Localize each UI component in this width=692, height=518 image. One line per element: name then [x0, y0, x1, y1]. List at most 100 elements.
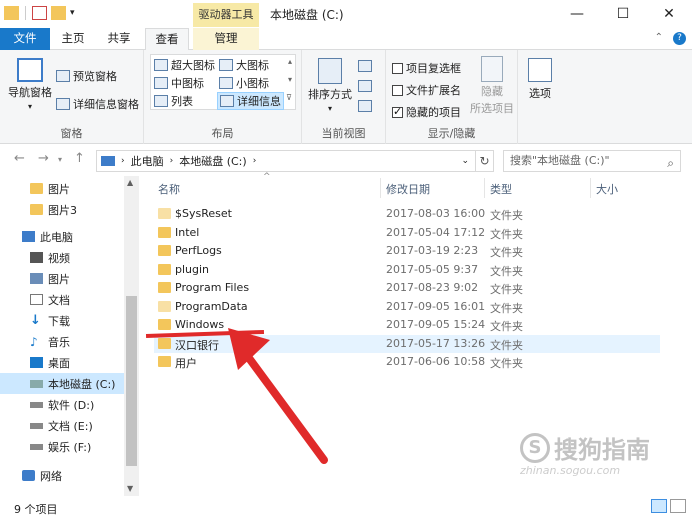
column-header-type[interactable]: 类型 — [490, 181, 512, 197]
table-row[interactable]: Intel 2017-05-04 17:12 文件夹 — [154, 224, 660, 242]
tab-home[interactable]: 主页 — [52, 28, 94, 50]
hidden-items-toggle[interactable]: 隐藏的项目 — [392, 104, 461, 120]
item-checkboxes-checkbox[interactable] — [392, 62, 403, 74]
nav-item-pictures3[interactable]: 图片3 — [0, 199, 124, 220]
layout-small-icons[interactable]: 小图标 — [219, 75, 269, 91]
column-divider[interactable] — [380, 178, 381, 198]
breadcrumb-this-pc[interactable]: 此电脑 — [131, 153, 164, 169]
maximize-button[interactable]: ☐ — [600, 0, 646, 28]
address-dropdown-icon[interactable]: ⌄ — [461, 156, 469, 166]
layout-more-icon[interactable]: ⊽ — [286, 93, 292, 102]
hide-selected-button[interactable]: 隐藏 所选项目 — [470, 56, 514, 116]
breadcrumb-sep-icon[interactable]: › — [121, 156, 125, 166]
layout-extra-large-icons[interactable]: 超大图标 — [154, 57, 215, 73]
nav-item-drive-e[interactable]: 文档 (E:) — [0, 415, 124, 436]
options-button[interactable]: 选项 — [528, 58, 552, 101]
search-input[interactable]: 搜索"本地磁盘 (C:)" ⌕ — [503, 150, 681, 172]
forward-icon[interactable]: → — [38, 151, 49, 166]
nav-item-videos[interactable]: 视频 — [0, 247, 124, 268]
video-icon — [30, 252, 43, 263]
recent-locations-icon[interactable]: ▾ — [58, 155, 62, 164]
nav-item-label: 图片 — [48, 182, 70, 196]
properties-icon[interactable] — [32, 6, 47, 20]
breadcrumb-local-disk[interactable]: 本地磁盘 (C:) — [179, 153, 246, 169]
this-pc-icon — [101, 156, 115, 166]
breadcrumb-sep-icon[interactable]: › — [253, 156, 257, 166]
details-pane-button[interactable]: 详细信息窗格 — [56, 96, 139, 112]
file-name: 用户 — [175, 357, 197, 370]
add-columns-icon[interactable] — [358, 80, 372, 92]
nav-item-label: 本地磁盘 (C:) — [48, 377, 116, 391]
layout-list[interactable]: 列表 — [154, 93, 193, 109]
qat-dropdown-icon[interactable]: ▾ — [70, 8, 75, 18]
refresh-icon[interactable]: ↻ — [476, 150, 494, 172]
desktop-icon — [30, 357, 43, 368]
nav-item-local-disk-c[interactable]: 本地磁盘 (C:) — [0, 373, 124, 394]
tab-share[interactable]: 共享 — [98, 28, 140, 50]
nav-item-pictures[interactable]: 图片 — [0, 268, 124, 289]
column-header-size[interactable]: 大小 — [596, 181, 618, 197]
column-header-modified[interactable]: 修改日期 — [386, 181, 430, 197]
size-columns-icon[interactable] — [358, 100, 372, 112]
small-icons-icon — [219, 77, 233, 89]
table-row[interactable]: plugin 2017-05-05 9:37 文件夹 — [154, 261, 660, 279]
breadcrumb-sep-icon[interactable]: › — [170, 156, 174, 166]
sort-ascending-icon: ^ — [263, 172, 271, 182]
up-icon[interactable]: ↑ — [74, 151, 85, 166]
minimize-button[interactable]: — — [554, 0, 600, 28]
layout-medium-icons[interactable]: 中图标 — [154, 75, 204, 91]
drive-tools-context-title: 驱动器工具 — [193, 3, 259, 27]
scroll-down-icon[interactable]: ▼ — [127, 484, 133, 493]
file-extensions-checkbox[interactable] — [392, 84, 403, 96]
file-extensions-toggle[interactable]: 文件扩展名 — [392, 82, 461, 98]
nav-item-desktop[interactable]: 桌面 — [0, 352, 124, 373]
close-button[interactable]: ✕ — [646, 0, 692, 28]
layout-scroll-down-icon[interactable]: ▾ — [288, 75, 292, 84]
column-divider[interactable] — [590, 178, 591, 198]
item-checkboxes-toggle[interactable]: 项目复选框 — [392, 60, 461, 76]
hidden-items-checkbox[interactable] — [392, 105, 403, 118]
group-by-icon[interactable] — [358, 60, 372, 72]
folder-icon — [158, 208, 171, 219]
collapse-ribbon-icon[interactable]: ⌃ — [655, 32, 663, 45]
nav-scrollbar-thumb[interactable] — [126, 296, 137, 466]
computer-icon — [22, 231, 35, 242]
tab-file[interactable]: 文件 — [0, 28, 50, 50]
nav-item-music[interactable]: ♪ 音乐 — [0, 331, 124, 352]
table-row[interactable]: $SysReset 2017-08-03 16:00 文件夹 — [154, 205, 660, 223]
sort-by-button[interactable]: 排序方式 ▾ — [308, 58, 352, 113]
nav-item-drive-d[interactable]: 软件 (D:) — [0, 394, 124, 415]
tab-view[interactable]: 查看 — [145, 28, 189, 51]
table-row[interactable]: ProgramData 2017-09-05 16:01 文件夹 — [154, 298, 660, 316]
help-icon[interactable]: ? — [673, 32, 686, 45]
app-icon[interactable] — [4, 6, 19, 20]
scroll-up-icon[interactable]: ▲ — [127, 178, 133, 187]
group-current-view-label: 当前视图 — [321, 127, 366, 140]
column-divider[interactable] — [484, 178, 485, 198]
nav-item-downloads[interactable]: ↓ 下载 — [0, 310, 124, 331]
layout-scroll-up-icon[interactable]: ▴ — [288, 57, 292, 66]
preview-pane-button[interactable]: 预览窗格 — [56, 68, 117, 84]
nav-scrollbar[interactable]: ▲ ▼ — [124, 176, 139, 496]
layout-details[interactable]: 详细信息 — [217, 92, 284, 110]
address-bar[interactable]: › 此电脑 › 本地磁盘 (C:) › ⌄ — [96, 150, 476, 172]
file-modified: 2017-05-05 9:37 — [386, 262, 479, 276]
table-row[interactable]: PerfLogs 2017-03-19 2:23 文件夹 — [154, 242, 660, 260]
large-icons-view-icon[interactable] — [670, 499, 686, 513]
table-row[interactable]: Program Files 2017-08-23 9:02 文件夹 — [154, 279, 660, 297]
folder-icon — [158, 263, 171, 275]
nav-item-this-pc[interactable]: 此电脑 — [0, 226, 124, 247]
nav-pane-button[interactable]: 导航窗格 ▾ — [8, 58, 52, 111]
column-header-name[interactable]: 名称 — [158, 181, 180, 197]
back-icon[interactable]: ← — [14, 151, 25, 166]
new-folder-icon[interactable] — [51, 6, 66, 20]
ribbon-tabs: 文件 主页 共享 查看 管理 ⌃ ? — [0, 28, 692, 51]
tab-manage[interactable]: 管理 — [193, 28, 259, 50]
nav-item-label: 桌面 — [48, 356, 70, 370]
nav-item-drive-f[interactable]: 娱乐 (F:) — [0, 436, 124, 457]
nav-item-pictures-pinned[interactable]: 图片 — [0, 178, 124, 199]
layout-large-icons[interactable]: 大图标 — [219, 57, 269, 73]
nav-item-network[interactable]: 网络 — [0, 465, 124, 486]
details-view-icon[interactable] — [651, 499, 667, 513]
nav-item-documents[interactable]: 文档 — [0, 289, 124, 310]
